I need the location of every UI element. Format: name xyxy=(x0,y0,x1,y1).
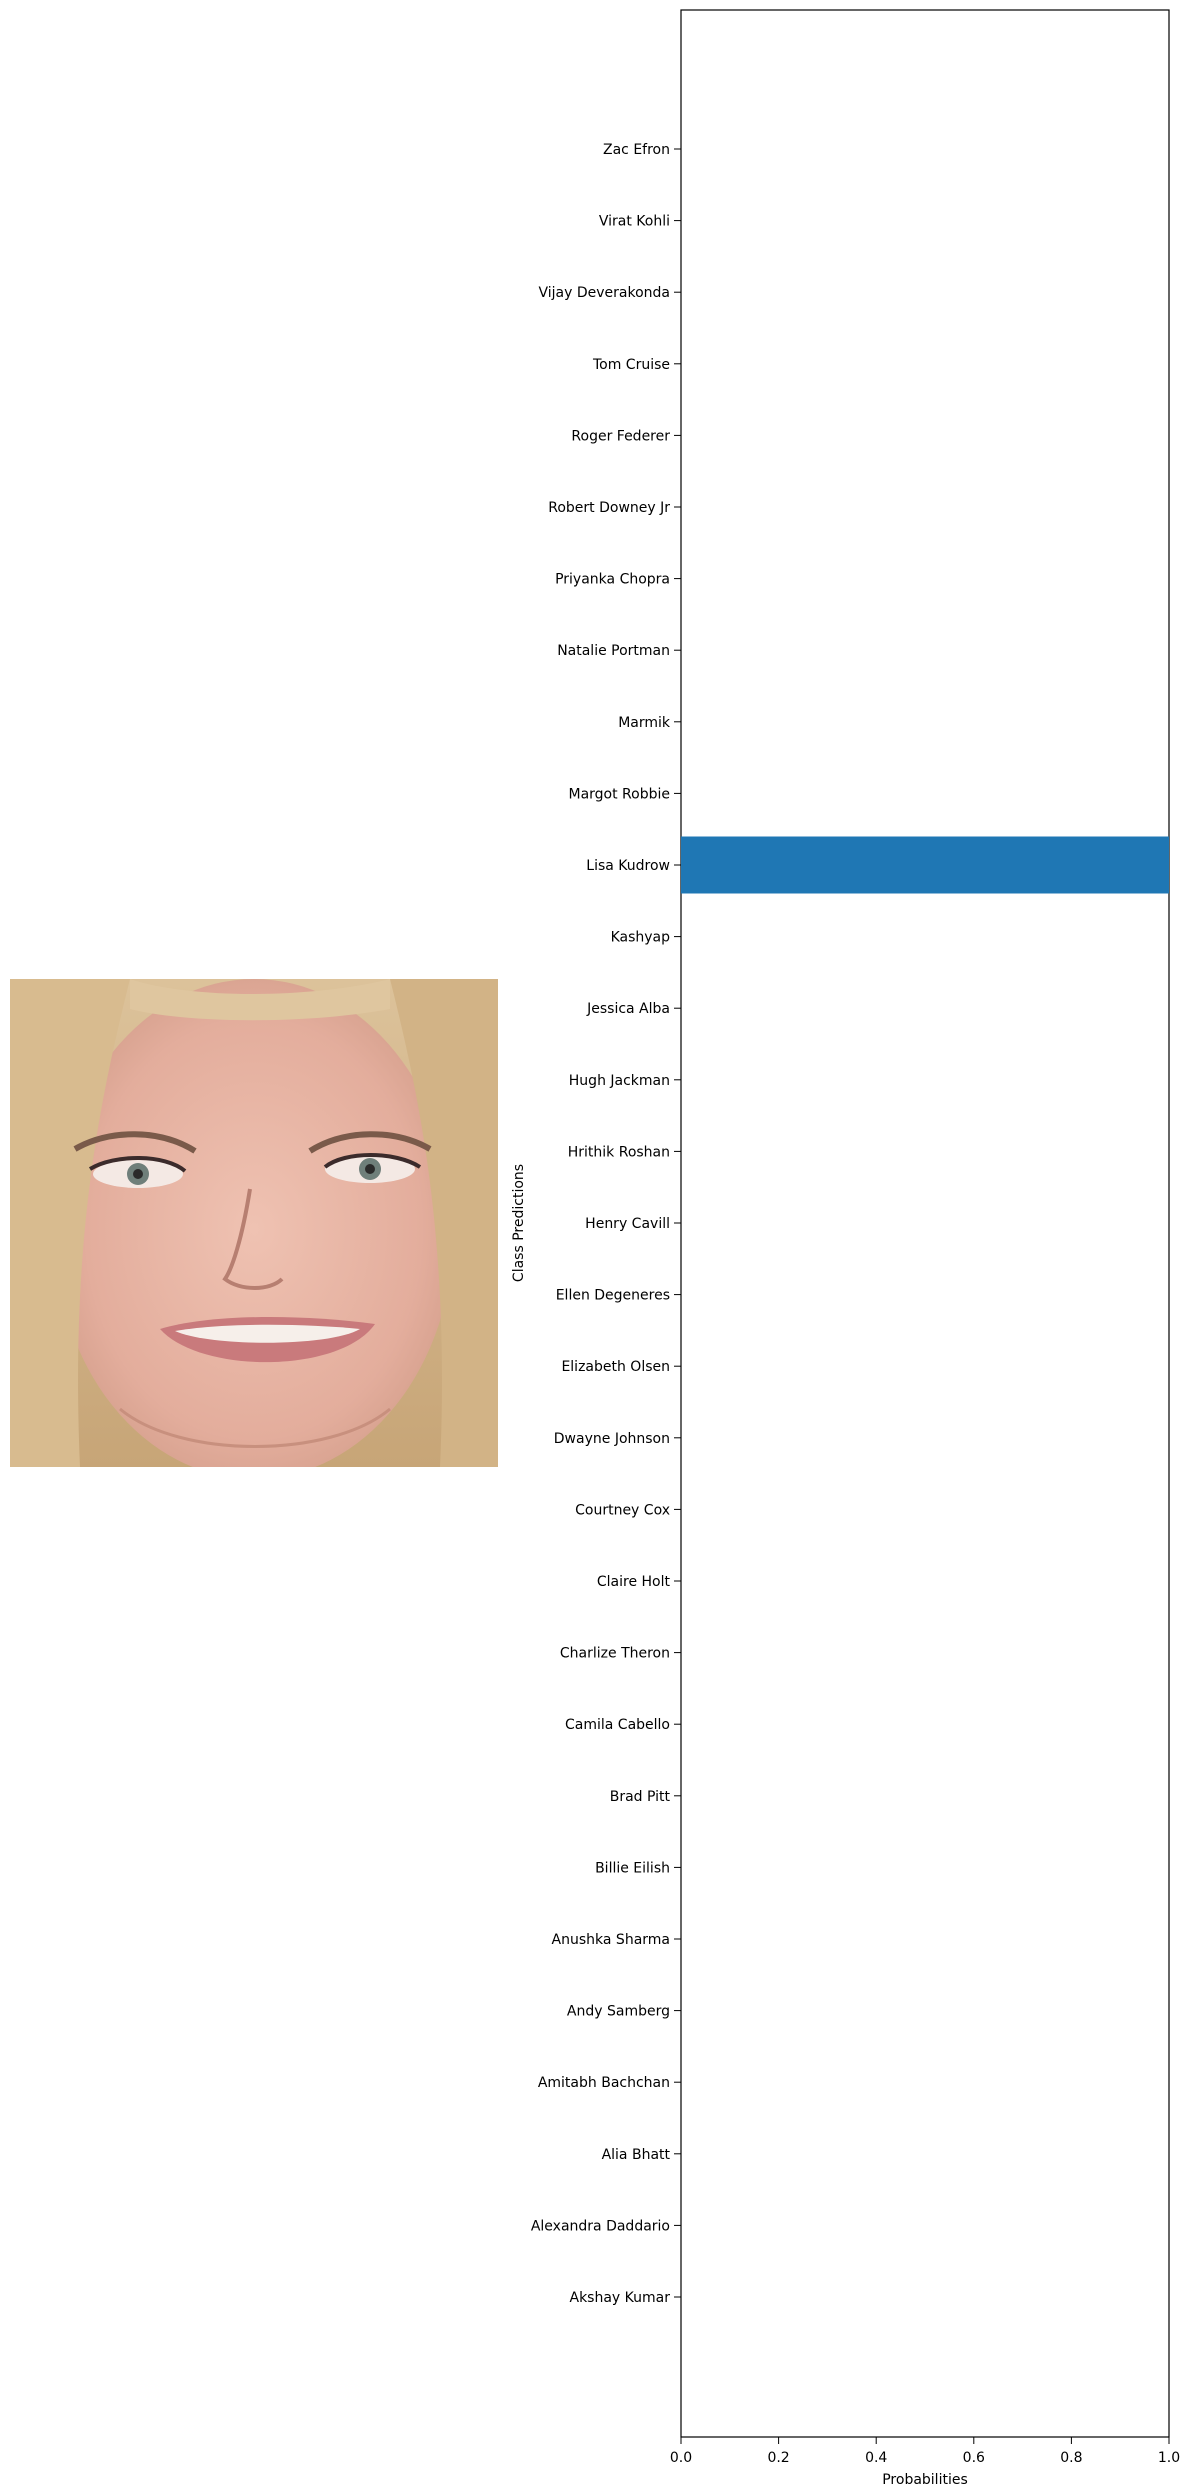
y-tick-label: Marmik xyxy=(618,715,671,731)
y-tick-label: Dwayne Johnson xyxy=(554,1431,670,1447)
y-tick-label: Jessica Alba xyxy=(586,1001,670,1017)
y-tick-label: Margot Robbie xyxy=(569,786,671,802)
y-tick-label: Andy Samberg xyxy=(567,2004,670,2020)
y-tick-label: Akshay Kumar xyxy=(570,2290,671,2306)
x-tick-label: 0.6 xyxy=(963,2450,985,2466)
y-tick-label: Lisa Kudrow xyxy=(586,858,670,874)
y-tick-label: Robert Downey Jr xyxy=(548,500,670,516)
y-tick-label: Anushka Sharma xyxy=(552,1932,670,1948)
x-tick-label: 0.4 xyxy=(865,2450,887,2466)
y-axis-label: Class Predictions xyxy=(511,1164,527,1282)
y-tick-label: Charlize Theron xyxy=(560,1646,670,1662)
bar xyxy=(681,836,1169,894)
y-tick-label: Alia Bhatt xyxy=(602,2147,671,2163)
y-tick-label: Henry Cavill xyxy=(585,1216,670,1232)
plot-frame xyxy=(680,9,1170,2438)
y-tick-label: Vijay Deverakonda xyxy=(538,285,670,301)
y-tick-label: Amitabh Bachchan xyxy=(538,2075,670,2091)
y-tick-label: Claire Holt xyxy=(597,1574,671,1590)
x-tick-label: 1.0 xyxy=(1158,2450,1180,2466)
y-tick-label: Alexandra Daddario xyxy=(531,2218,670,2234)
y-tick-label: Natalie Portman xyxy=(557,643,670,659)
y-tick-label: Priyanka Chopra xyxy=(555,572,670,588)
y-tick-label: Courtney Cox xyxy=(575,1502,670,1518)
y-tick-label: Brad Pitt xyxy=(610,1789,671,1805)
y-tick-label: Hrithik Roshan xyxy=(568,1144,670,1160)
y-tick-label: Virat Kohli xyxy=(599,214,670,230)
figure: Akshay Kumar Alexandra Daddario Alia Bhatt… xyxy=(511,9,1180,2488)
x-tick-label: 0.2 xyxy=(767,2450,789,2466)
y-tick-label: Ellen Degeneres xyxy=(556,1288,670,1304)
plot-area: Akshay Kumar Alexandra Daddario Alia Bhatt… xyxy=(511,9,1180,2488)
y-tick-label: Kashyap xyxy=(611,930,671,946)
x-axis-label: Probabilities xyxy=(882,2472,968,2488)
y-tick-label: Elizabeth Olsen xyxy=(561,1359,670,1375)
y-tick-label: Tom Cruise xyxy=(592,357,670,373)
y-tick-label: Hugh Jackman xyxy=(569,1073,670,1089)
y-tick-label: Camila Cabello xyxy=(565,1717,670,1733)
x-tick-label: 0.8 xyxy=(1060,2450,1082,2466)
y-tick-label: Billie Eilish xyxy=(595,1860,670,1876)
x-tick-label: 0.0 xyxy=(670,2450,692,2466)
y-tick-label: Zac Efron xyxy=(603,142,670,158)
y-tick-label: Roger Federer xyxy=(571,428,670,444)
